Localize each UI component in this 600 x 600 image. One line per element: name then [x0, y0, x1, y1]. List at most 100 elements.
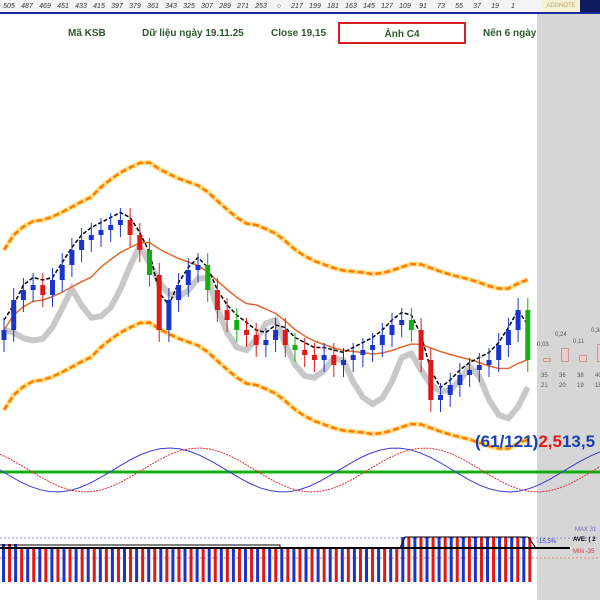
volume-bar — [383, 548, 387, 582]
volume-bar — [8, 544, 12, 582]
candle-body — [253, 335, 259, 345]
volume-bar — [231, 548, 235, 582]
candle-body — [302, 350, 308, 355]
volume-bar — [461, 537, 465, 582]
volume-bar — [189, 548, 193, 582]
volume-bar — [262, 548, 266, 582]
upper-band-glow — [1, 159, 529, 291]
volume-bar — [274, 548, 278, 582]
candle-body — [117, 220, 123, 225]
volume-bar — [171, 548, 175, 582]
volume-bar — [328, 548, 332, 582]
volume-bar — [286, 548, 290, 582]
candle-body — [244, 330, 249, 335]
volume-bar — [492, 537, 496, 582]
volume-bar — [135, 548, 139, 582]
volume-bar — [449, 537, 453, 582]
volume-bar — [26, 548, 30, 582]
candle-body — [311, 355, 317, 360]
volume-bar — [244, 548, 247, 582]
candle-body — [438, 395, 443, 400]
candle-body — [147, 250, 152, 275]
candle-body — [379, 335, 385, 345]
candle-body — [331, 355, 337, 365]
candle-body — [350, 355, 356, 360]
stat-row1: 36 — [559, 373, 566, 379]
volume-bar — [352, 548, 356, 582]
volume-bar — [377, 548, 381, 582]
volume-bar — [371, 548, 375, 582]
candle-body — [40, 285, 46, 295]
volume-bar — [498, 537, 502, 582]
volume-bar — [201, 548, 205, 582]
volume-bar — [455, 537, 459, 582]
pct-label: -15,5% — [537, 539, 557, 545]
price-chart[interactable] — [0, 0, 600, 600]
candle-body — [88, 235, 94, 240]
volume-bar — [62, 548, 66, 582]
volume-bar — [528, 537, 532, 582]
volume-bar — [407, 537, 411, 582]
stat-value: 0,03 — [537, 342, 549, 348]
candle-body — [137, 235, 143, 250]
candle-body — [457, 375, 463, 385]
volume-bar — [219, 548, 223, 582]
stat-row1: 35 — [541, 373, 548, 379]
candle-body — [486, 360, 492, 365]
candle-body — [496, 345, 502, 360]
volume-bar — [110, 548, 114, 582]
volume-bar — [141, 548, 145, 582]
volume-bar — [44, 548, 48, 582]
stat-value: 0,11 — [573, 339, 585, 345]
candle-body — [30, 285, 36, 290]
volume-bar — [479, 537, 483, 582]
volume-bar — [116, 548, 120, 582]
max-label: MAX 31 — [575, 527, 597, 533]
volume-bar — [425, 537, 429, 582]
volume-bar — [316, 548, 320, 582]
candle-body — [156, 275, 162, 330]
volume-bar — [177, 548, 181, 582]
stat-bar — [579, 355, 587, 362]
min-label: MIN -35 — [573, 549, 595, 555]
candle-body — [20, 290, 26, 300]
volume-bar — [467, 537, 471, 582]
volume-bar — [516, 537, 520, 582]
stat-bar — [561, 348, 569, 362]
volume-bar — [413, 537, 417, 582]
volume-bar — [147, 548, 151, 582]
volume-bar — [486, 537, 489, 582]
volume-bar — [298, 548, 302, 582]
stat-row1: 38 — [577, 373, 584, 379]
volume-bar — [292, 548, 296, 582]
candle-body — [195, 265, 201, 270]
candle-body — [389, 325, 395, 335]
volume-bar — [237, 548, 241, 582]
candle-body — [176, 285, 182, 300]
candle-body — [399, 320, 405, 325]
candle-body — [505, 330, 511, 345]
volume-bar — [256, 548, 260, 582]
candle-body — [205, 265, 211, 290]
candle-body — [185, 270, 191, 285]
volume-bar — [310, 548, 314, 582]
candle-body — [214, 290, 220, 310]
candle-body — [447, 385, 453, 395]
volume-bar — [340, 548, 344, 582]
candle-body — [263, 340, 269, 345]
volume-bar — [183, 548, 187, 582]
candle-body — [282, 330, 288, 345]
volume-bar — [395, 548, 399, 582]
candle-body — [108, 225, 114, 230]
volume-bar — [86, 548, 90, 582]
volume-bar — [92, 548, 96, 582]
candle-body — [98, 230, 104, 235]
candle-body — [50, 280, 55, 295]
candle-body — [127, 220, 133, 235]
volume-bar — [98, 548, 102, 582]
candle-body — [234, 320, 240, 330]
stat-row2: 21 — [541, 383, 548, 389]
candle-body — [59, 265, 65, 280]
upper-band — [2, 161, 529, 290]
volume-bar — [280, 548, 284, 582]
